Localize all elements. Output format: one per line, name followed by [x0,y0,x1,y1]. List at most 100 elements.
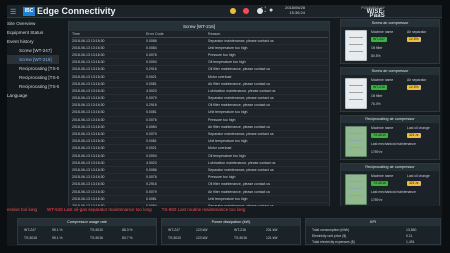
metric-2-value: 321 hr [407,133,421,138]
user-icon[interactable]: ● [269,7,273,14]
table-cell: 2018-06-13 13:16:30 [72,130,146,139]
menu-icon[interactable]: ☰ [10,8,16,16]
panel-value: 95.1 % [52,228,63,232]
table-row[interactable]: 2018-06-13 13:16:30 0.0084 Unit temperatur… [72,44,328,52]
metric-2-label-text: Last oil change [407,126,430,130]
usage-panel: Compressor usage rate WT-247 95.1 % TS-501… [17,218,157,245]
kpi-panel: KPI Total consumption (kWh) 13,560 Electri… [305,218,441,245]
sidebar-item[interactable]: Language [7,91,59,100]
sidebar-item[interactable]: Equipment Status [7,28,59,37]
table-row[interactable]: 2018-06-13 13:16:30 0.2916 Oil filter main… [72,65,328,74]
sidebar-item[interactable]: Screw [WT-247] [7,46,59,55]
table-cell: 2018-06-13 13:16:30 [72,37,146,45]
table-cell: 2018-06-13 13:16:30 [72,44,146,52]
machine-card-title: Screw air compressor [341,20,439,27]
table-cell: 0.0079 [146,130,208,139]
table-row[interactable]: 2018-06-13 13:16:30 0.0081 Unit temperatur… [72,195,328,203]
panel-value: TS-5016 [24,236,38,240]
table-row[interactable]: 2018-06-13 13:16:30 0.0079 Separator maint… [72,94,328,103]
table-row[interactable]: 2018-06-13 13:16:30 0.0079 Separator maint… [72,130,328,139]
machine-card[interactable]: Reciprocating air compressor Machine name… [340,163,440,208]
fullscreen-icon[interactable]: ⛶ [261,7,266,15]
table-cell: Unit temperature too high [208,137,328,146]
machine-card[interactable]: Reciprocating air compressor Machine name… [340,115,440,160]
metric-3-label: Last mechanical maintenance [371,190,416,195]
table-cell: Separator maintenance, please contact us [208,130,328,139]
table-cell: 2018-06-13 13:16:30 [72,65,146,74]
table-row[interactable]: 2018-06-13 13:16:30 0.0076 Pressure too hi… [72,116,328,124]
table-row[interactable]: 2018-06-13 13:16:30 4.0023 Lubrication mai… [72,87,328,96]
sidebar-item[interactable]: Site Overview [7,19,59,28]
machine-name-value-text: WT-216 [371,85,387,90]
reciprocating-compressor-image [345,126,367,157]
sidebar-item[interactable]: Screw [WT-216] [7,55,59,64]
table-row[interactable]: 2018-06-13 13:16:30 0.0021 Motor overload [72,72,328,81]
table-row[interactable]: 2018-06-13 13:16:30 0.0076 Pressure too hi… [72,51,328,60]
machine-name-value: WT-247 [371,37,387,42]
table-row[interactable]: 2018-06-13 13:16:30 0.0094 Oil temperature… [72,152,328,160]
table-row[interactable]: 2018-06-13 13:16:30 0.0021 Motor overload [72,144,328,153]
table-cell: Pressure too high [208,116,328,124]
table-body: 2018-06-13 13:16:30 0.0086 Separator maint… [72,37,328,211]
metric-2-value-text: 12.5% [407,85,421,90]
machine-name-label: Machine name [371,78,393,83]
table-cell: 0.0084 [146,44,208,52]
table-cell: Motor overload [208,144,328,153]
metric-2-label: Last oil change [407,126,430,131]
table-row[interactable]: 2018-06-13 13:16:30 0.0079 Air filter main… [72,187,328,196]
table-cell: 2018-06-13 13:16:30 [72,187,146,196]
warning-indicator-icon[interactable] [230,8,236,14]
table-row[interactable]: 2018-06-13 13:16:30 0.0081 Unit temperatur… [72,108,328,117]
reciprocating-compressor-image [345,174,367,205]
alarm-indicator-icon[interactable] [243,8,250,14]
panel-value: WT-216 [234,228,246,232]
table-row[interactable]: 2018-06-13 13:16:30 0.0084 Air filter main… [72,123,328,131]
panel-value: TS-5016 [90,236,104,240]
table-cell: Oil temperature too high [208,58,328,67]
machine-card[interactable]: Screw air compressor Machine name Air sepa… [340,19,440,64]
table-cell: 2018-06-13 13:16:30 [72,87,146,96]
alarm-message[interactable]: essive too long [7,207,37,212]
alarm-message[interactable]: WT-515 Last oil-gas separator maintenanc… [47,207,152,212]
table-cell: Separator maintenance, please contact us [208,94,328,103]
table-row[interactable]: 2018-06-13 13:16:30 0.0076 Pressure too hi… [72,173,328,182]
panel-value: 0.11 [406,234,413,238]
datetime: 2018/06/28 15:36:24 [281,5,305,15]
panel-value: 95.1 % [52,236,63,240]
panel-title: Screw [WT-216] [69,22,329,31]
table-cell: 0.0086 [146,37,208,45]
machine-name-value-text: WT-247 [371,37,387,42]
panel-value: WT-247 [24,228,36,232]
table-row[interactable]: 2018-06-13 13:16:30 0.0094 Oil temperature… [72,58,328,67]
table-row[interactable]: 2018-06-13 13:16:30 0.0086 Separator maint… [72,166,328,175]
table-cell: 0.0076 [146,173,208,182]
metric-3-label-text: Oil filter [371,94,383,98]
table-row[interactable]: 2018-06-13 13:16:30 0.0081 Unit temperatur… [72,137,328,146]
table-row[interactable]: 2018-06-13 13:16:30 4.0023 Lubrication mai… [72,159,328,167]
machine-name-value-text: TS-5016 [371,181,389,186]
metric-2-value: 321 hr [407,181,421,186]
sidebar-item[interactable]: Reciprocating [TS-5... [7,64,59,73]
table-cell: 2018-06-13 13:16:30 [72,51,146,60]
table-cell: 2018-06-13 13:16:30 [72,173,146,182]
table-cell: Oil filter maintenance, please contact u… [208,101,328,110]
table-cell: Separator maintenance, please contact us [208,37,328,45]
panel-value: Total consumption (kWh) [312,228,350,232]
metric-3-value: 80.5% [371,54,381,59]
table-cell: 2018-06-13 13:16:30 [72,116,146,124]
table-row[interactable]: 2018-06-13 13:16:30 0.0081 Air filter main… [72,80,328,88]
machine-card[interactable]: Screw air compressor Machine name Air sepa… [340,67,440,112]
sidebar-item[interactable]: Reciprocating [TS-5... [7,73,59,82]
table-row[interactable]: 2018-06-13 13:16:30 0.2916 Oil filter main… [72,180,328,189]
panel-value: TS-5010 [168,236,182,240]
machine-name-label-text: Machine name [371,174,394,178]
sidebar-item[interactable]: Event history [7,37,59,46]
sidebar-item[interactable]: Reciprocating [TS-5... [7,82,59,91]
table-row[interactable]: 2018-06-13 13:16:30 0.2916 Oil filter main… [72,101,328,110]
panel-value: 13,560 [406,228,417,232]
metric-2-value: 12.5% [407,85,421,90]
table-cell: 4.0023 [146,87,208,96]
metric-3-value-text: 80.5% [371,54,381,58]
alarm-message[interactable]: TS-860 Last routine maintenance too long [162,207,246,212]
table-row[interactable]: 2018-06-13 13:16:30 0.0086 Separator maint… [72,37,328,45]
